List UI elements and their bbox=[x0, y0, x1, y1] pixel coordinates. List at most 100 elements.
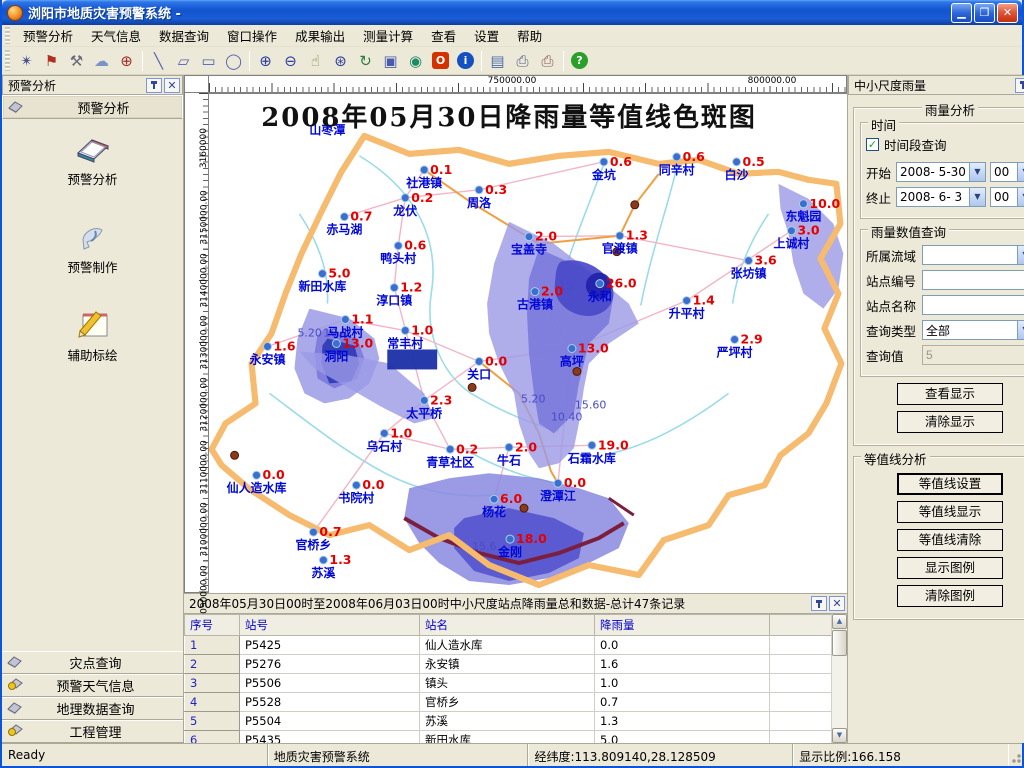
layers-icon[interactable]: ▣ bbox=[379, 49, 402, 72]
menu-item-3[interactable]: 数据查询 bbox=[150, 26, 218, 47]
help-icon[interactable]: ? bbox=[568, 49, 591, 72]
polygon-tool-icon[interactable]: ▱ bbox=[172, 49, 195, 72]
station-name-input[interactable] bbox=[922, 295, 1024, 315]
left-item-3[interactable]: 辅助标绘 bbox=[2, 295, 183, 383]
column-header-2[interactable]: 站号 bbox=[240, 615, 420, 636]
left-bar-3[interactable]: 地理数据查询 bbox=[2, 697, 183, 720]
table-row[interactable]: 3P5506镇头1.0 bbox=[185, 674, 832, 693]
zoom-window-icon[interactable]: ⊛ bbox=[329, 49, 352, 72]
map-station[interactable]: 5.0新田水库 bbox=[298, 266, 350, 294]
scroll-up-button[interactable]: ▲ bbox=[832, 614, 847, 629]
map-station[interactable]: 1.3苏溪 bbox=[311, 552, 351, 580]
menu-item-1[interactable]: 预警分析 bbox=[14, 26, 82, 47]
scroll-down-button[interactable]: ▼ bbox=[832, 728, 847, 743]
basin-dropdown[interactable]: ▼ bbox=[922, 245, 1024, 265]
menu-item-9[interactable]: 帮助 bbox=[508, 26, 551, 47]
end-date-dropdown[interactable]: 2008- 6- 3▼ bbox=[896, 187, 986, 207]
map-canvas[interactable]: 5.2010.4155.2015.6010.4015.6 山枣潭0.1社港镇0.… bbox=[209, 93, 847, 593]
left-bar-2[interactable]: 预警天气信息 bbox=[2, 674, 183, 697]
map-station[interactable]: 1.0乌石村 bbox=[366, 425, 412, 453]
chevron-down-icon[interactable]: ▼ bbox=[969, 163, 985, 181]
menu-item-2[interactable]: 天气信息 bbox=[82, 26, 150, 47]
map-station[interactable]: 0.6同辛村 bbox=[659, 149, 705, 177]
menu-item-4[interactable]: 窗口操作 bbox=[218, 26, 286, 47]
map-station[interactable]: 0.7官桥乡 bbox=[295, 524, 341, 552]
left-panel-pin-button[interactable] bbox=[146, 78, 162, 93]
column-header-4[interactable]: 降雨量 bbox=[595, 615, 770, 636]
end-hour-dropdown[interactable]: 00▼ bbox=[990, 187, 1024, 207]
map-station[interactable]: 1.3官渡镇 bbox=[602, 228, 648, 256]
rectangle-tool-icon[interactable]: ▭ bbox=[197, 49, 220, 72]
table-row[interactable]: 5P5504苏溪1.3 bbox=[185, 712, 832, 731]
image-export-icon[interactable]: ▤ bbox=[486, 49, 509, 72]
map-station[interactable]: 0.0书院村 bbox=[338, 477, 384, 505]
pan-icon[interactable]: ☝ bbox=[304, 49, 327, 72]
map-station[interactable]: 0.6鸭头村 bbox=[380, 238, 426, 266]
contour-settings-button[interactable]: 等值线设置 bbox=[897, 473, 1003, 495]
column-header-1[interactable]: 序号 bbox=[185, 615, 240, 636]
left-item-2[interactable]: 预警制作 bbox=[2, 207, 183, 295]
map-station[interactable]: 1.0常丰村 bbox=[387, 323, 433, 351]
globe-icon[interactable]: ◉ bbox=[404, 49, 427, 72]
contour-clear-button[interactable]: 等值线清除 bbox=[897, 529, 1003, 551]
table-row[interactable]: 6P5435新田水库5.0 bbox=[185, 731, 832, 744]
cloud-icon[interactable]: ☁ bbox=[90, 49, 113, 72]
restore-button[interactable]: ❐ bbox=[974, 3, 995, 23]
left-item-1[interactable]: 预警分析 bbox=[2, 119, 183, 207]
column-header-3[interactable]: 站名 bbox=[420, 615, 595, 636]
resize-grip[interactable] bbox=[1008, 744, 1022, 766]
zoom-in-icon[interactable]: ⊕ bbox=[254, 49, 277, 72]
flag-tool-icon[interactable]: ⚑ bbox=[40, 49, 63, 72]
clear-query-button[interactable]: 清除显示 bbox=[897, 411, 1003, 433]
chevron-down-icon[interactable]: ▼ bbox=[1017, 188, 1024, 206]
left-panel-close-button[interactable]: ✕ bbox=[164, 78, 180, 93]
query-type-dropdown[interactable]: 全部▼ bbox=[922, 320, 1024, 340]
warning-analysis-icon[interactable]: ✴ bbox=[15, 49, 38, 72]
line-tool-icon[interactable]: ╲ bbox=[147, 49, 170, 72]
map-station[interactable]: 1.6永安镇 bbox=[249, 338, 296, 366]
chevron-down-icon[interactable]: ▼ bbox=[969, 188, 985, 206]
map-station[interactable]: 19.0石霜水库 bbox=[567, 437, 629, 465]
show-query-button[interactable]: 查看显示 bbox=[897, 383, 1003, 405]
minimize-button[interactable]: ▁ bbox=[951, 3, 972, 23]
table-row[interactable]: 1P5425仙人造水库0.0 bbox=[185, 636, 832, 655]
print-icon[interactable]: ⎙ bbox=[511, 49, 534, 72]
ellipse-tool-icon[interactable]: ◯ bbox=[222, 49, 245, 72]
close-button[interactable]: ✕ bbox=[997, 3, 1018, 23]
start-date-dropdown[interactable]: 2008- 5-30▼ bbox=[896, 162, 986, 182]
print-setup-icon[interactable]: ⎙ bbox=[536, 49, 559, 72]
table-scrollbar[interactable]: ▲ ▼ bbox=[831, 614, 847, 743]
show-legend-button[interactable]: 显示图例 bbox=[897, 557, 1003, 579]
chevron-down-icon[interactable]: ▼ bbox=[1017, 246, 1024, 264]
scroll-thumb[interactable] bbox=[832, 630, 847, 656]
clear-legend-button[interactable]: 清除图例 bbox=[897, 585, 1003, 607]
start-hour-dropdown[interactable]: 00▼ bbox=[990, 162, 1024, 182]
right-panel-pin-button[interactable] bbox=[1015, 78, 1024, 93]
map-station[interactable]: 0.6金坑 bbox=[591, 154, 632, 182]
left-bar-1[interactable]: 灾点查询 bbox=[2, 651, 183, 674]
map-station[interactable]: 0.0仙人造水库 bbox=[227, 467, 287, 495]
map-station[interactable]: 1.4升平村 bbox=[669, 293, 715, 321]
map-station[interactable]: 2.9严坪村 bbox=[716, 332, 763, 360]
data-panel-pin-button[interactable] bbox=[811, 596, 827, 611]
table-row[interactable]: 2P5276永安镇1.6 bbox=[185, 655, 832, 674]
map-station[interactable]: 3.6张坊镇 bbox=[731, 253, 777, 281]
contour-show-button[interactable]: 等值线显示 bbox=[897, 501, 1003, 523]
map-station[interactable]: 0.3周洛 bbox=[467, 182, 507, 210]
zoom-out-icon[interactable]: ⊖ bbox=[279, 49, 302, 72]
info-icon[interactable]: i bbox=[454, 49, 477, 72]
map-station[interactable]: 0.0关口 bbox=[467, 353, 507, 381]
menu-item-5[interactable]: 成果输出 bbox=[286, 26, 354, 47]
left-bar-4[interactable]: 工程管理 bbox=[2, 720, 183, 743]
chevron-down-icon[interactable]: ▼ bbox=[1017, 163, 1024, 181]
table-row[interactable]: 4P5528官桥乡0.7 bbox=[185, 693, 832, 712]
map-station[interactable]: 0.5白沙 bbox=[725, 154, 765, 182]
map-station[interactable]: 0.2龙伏 bbox=[393, 190, 433, 218]
menu-grip[interactable] bbox=[5, 27, 10, 44]
chevron-down-icon[interactable]: ▼ bbox=[1017, 321, 1024, 339]
map-station[interactable]: 1.2淳口镇 bbox=[376, 280, 422, 308]
map-station[interactable]: 0.7赤马湖 bbox=[326, 209, 372, 237]
query-value-input[interactable] bbox=[922, 345, 1024, 365]
stop-icon[interactable]: O bbox=[429, 49, 452, 72]
hammer-icon[interactable]: ⚒ bbox=[65, 49, 88, 72]
